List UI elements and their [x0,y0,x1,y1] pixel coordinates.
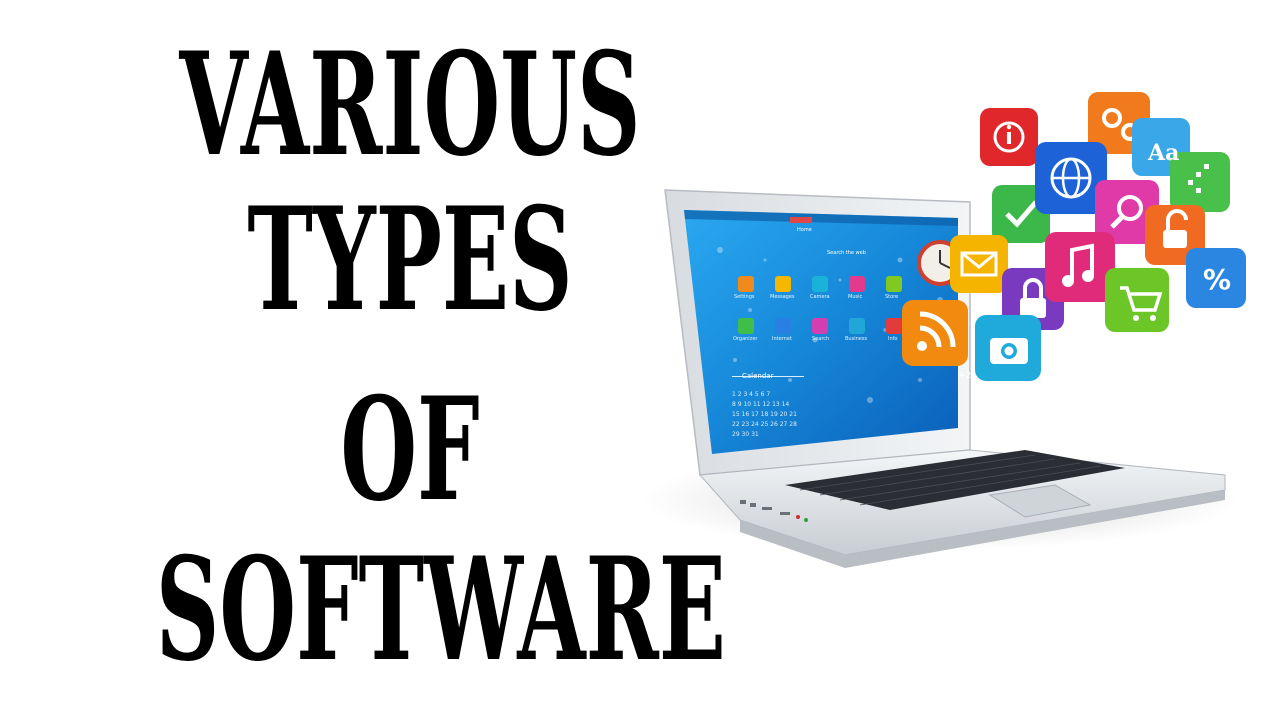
mail-icon [950,235,1008,293]
rss-icon [902,300,968,366]
title-line-of: OF [340,367,480,533]
cart-icon [1105,268,1169,332]
info-icon [980,108,1038,166]
percent-icon-label: % [1203,263,1232,296]
text-icon-label: Aa [1148,140,1180,166]
title-line-various: VARIOUS [179,22,641,188]
title-line-types: TYPES [247,177,573,343]
music-icon [1045,232,1115,302]
camera-icon [975,315,1041,381]
title-line-software: SOFTWARE [155,527,726,693]
laptop-illustration: 1 2 3 4 5 6 7 8 9 10 11 12 13 14 15 16 1… [640,80,1260,580]
